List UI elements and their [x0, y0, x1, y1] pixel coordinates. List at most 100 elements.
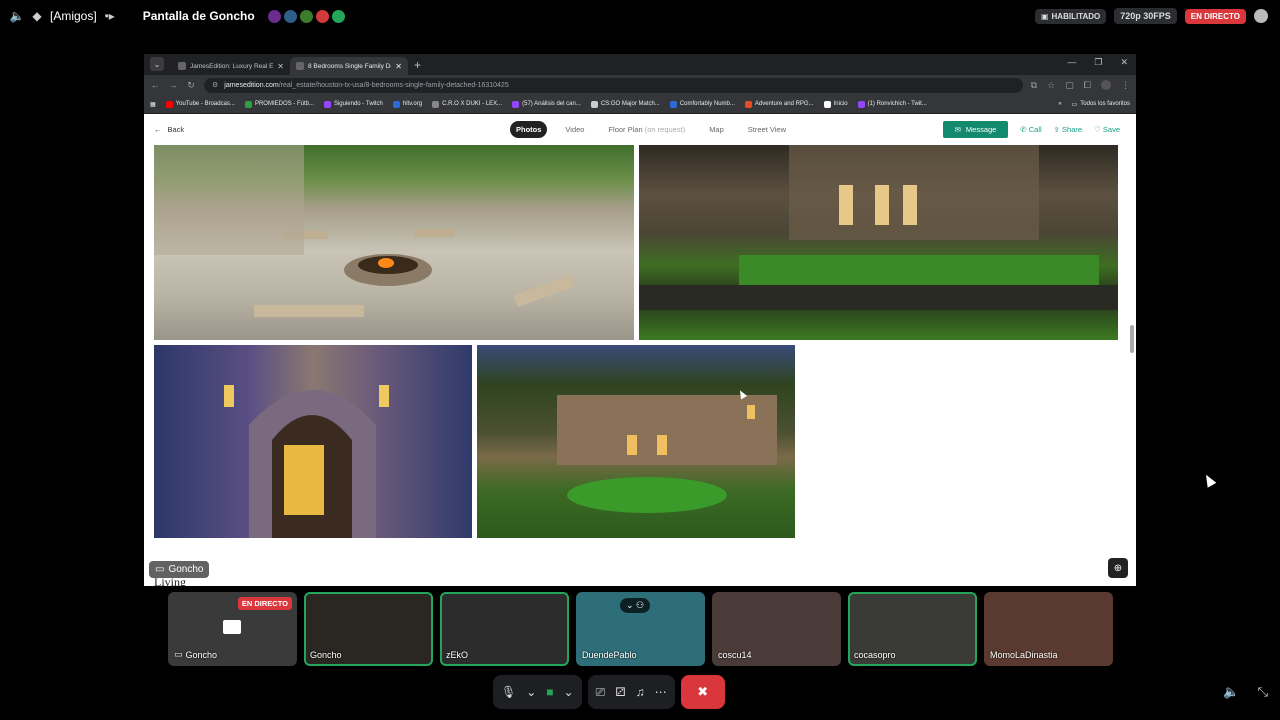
bookmark-label: Siguiendo - Twitch: [333, 101, 383, 107]
avatar[interactable]: [266, 8, 282, 24]
minimize-icon[interactable]: —: [1067, 57, 1076, 68]
zoom-in-button[interactable]: ⊕: [1108, 558, 1128, 578]
new-tab-icon[interactable]: +: [414, 58, 421, 72]
scrollbar-thumb[interactable]: [1130, 325, 1134, 353]
back-link[interactable]: ← Back: [154, 125, 184, 134]
avatar[interactable]: [330, 8, 346, 24]
tab-street-view[interactable]: Street View: [742, 121, 792, 138]
url-field[interactable]: ⚙ jamesedition.com/real_estate/houston-t…: [204, 77, 1023, 93]
screen-share-icon[interactable]: ⎚: [596, 685, 606, 700]
bookmark-item[interactable]: (1) Ronvichich - Twit...: [857, 100, 927, 108]
bookmark-item[interactable]: hltv.org: [392, 100, 422, 108]
tab-floor-plan[interactable]: Floor Plan (on request): [602, 121, 691, 138]
participant-tile-stream[interactable]: EN DIRECTO ▭ Goncho: [168, 592, 297, 666]
close-window-icon[interactable]: ✕: [1120, 57, 1128, 68]
bookmark-favicon-icon: [512, 100, 520, 108]
participant-tile[interactable]: coscu14: [712, 592, 841, 666]
participant-tile[interactable]: zEkO: [440, 592, 569, 666]
volume-icon[interactable]: 🔈: [1223, 684, 1239, 700]
bookmark-item[interactable]: PROMIEDOS - Fútb...: [244, 100, 314, 108]
owner-name: Goncho: [168, 564, 204, 575]
back-arrow-icon[interactable]: ←: [150, 80, 160, 90]
browser-tab-active[interactable]: 8 Bedrooms Single Family Deta ✕: [290, 57, 408, 75]
tab-strip: ⌄ JamesEdition: Luxury Real Estat ✕ 8 Be…: [144, 54, 1136, 75]
maximize-icon[interactable]: ❐: [1094, 57, 1102, 68]
save-button[interactable]: ♡ Save: [1094, 125, 1120, 134]
apps-grid-icon[interactable]: ▦: [150, 101, 156, 108]
leave-call-button[interactable]: ✖: [680, 675, 725, 709]
install-icon[interactable]: ⧉: [1031, 80, 1037, 91]
photo-garden-fountains[interactable]: [639, 145, 1118, 340]
activities-icon[interactable]: ⚂: [615, 685, 625, 699]
camera-icon[interactable]: ■: [546, 685, 553, 699]
mail-icon: ✉: [954, 124, 961, 134]
save-label: Save: [1102, 124, 1120, 134]
participant-name: zEkO: [446, 650, 469, 660]
live-badge: EN DIRECTO: [1184, 8, 1246, 24]
bookmark-item[interactable]: (57) Análisis del can...: [512, 100, 581, 108]
more-options-icon[interactable]: ⋯: [655, 685, 667, 699]
bookmark-item[interactable]: CS:GO Major Match...: [590, 100, 660, 108]
share-button[interactable]: ⇪ Share: [1054, 125, 1082, 134]
profile-avatar[interactable]: [1101, 79, 1111, 90]
chat-icon[interactable]: [1254, 9, 1268, 23]
tab-video[interactable]: Video: [559, 121, 590, 138]
avatar[interactable]: [298, 8, 314, 24]
browser-tab[interactable]: JamesEdition: Luxury Real Estat ✕: [172, 57, 290, 75]
stream-owner-tag: ▭ Goncho: [149, 561, 210, 578]
screen-share-icon: ▭: [155, 564, 165, 575]
participant-tile[interactable]: ⌄ ⚇ DuendePablo: [576, 592, 705, 666]
participant-tile[interactable]: MomoLaDinastia: [984, 592, 1113, 666]
tab-photos[interactable]: Photos: [510, 120, 548, 138]
site-info-icon[interactable]: ⚙: [212, 81, 218, 89]
hover-controls-icon[interactable]: ⌄ ⚇: [620, 598, 651, 613]
close-tab-icon[interactable]: ✕: [277, 62, 284, 71]
address-bar: ← → ↻ ⚙ jamesedition.com/real_estate/hou…: [144, 75, 1136, 95]
menu-kebab-icon[interactable]: ⋮: [1121, 80, 1130, 91]
bookmark-item[interactable]: Inicio: [823, 100, 848, 108]
server-icon[interactable]: ◆: [30, 9, 44, 23]
close-tab-icon[interactable]: ✕: [395, 62, 402, 71]
bookmark-item[interactable]: Comfortably Numb...: [669, 100, 735, 108]
bookmark-item[interactable]: YouTube - Broadcas...: [165, 100, 235, 108]
bookmark-star-icon[interactable]: ☆: [1047, 80, 1055, 91]
forward-arrow-icon[interactable]: →: [168, 80, 178, 90]
reload-icon[interactable]: ↻: [186, 80, 196, 91]
page-scrollbar[interactable]: [1130, 145, 1134, 555]
bookmark-item[interactable]: Adventure and RPG...: [744, 100, 814, 108]
bookmark-item[interactable]: Siguiendo - Twitch: [323, 100, 383, 108]
listing-actions: ✉ Message ✆ Call ⇪ Share ♡ Save: [942, 120, 1120, 138]
speaker-icon[interactable]: 🔈: [10, 9, 25, 23]
enabled-badge: ▣ HABILITADO: [1034, 8, 1107, 24]
message-button[interactable]: ✉ Message: [942, 120, 1009, 138]
bookmark-item[interactable]: C.R.O X DUKI - LEX...: [432, 100, 502, 108]
extension-icon[interactable]: ▢: [1065, 80, 1074, 91]
all-bookmarks-folder[interactable]: ▭ Todos los favoritos: [1072, 101, 1130, 108]
photo-fire-pit-patio[interactable]: [154, 145, 634, 340]
call-button[interactable]: ✆ Call: [1020, 125, 1041, 134]
listing-page: ← Back Photos Video Floor Plan (on reque…: [144, 115, 1136, 586]
avatar[interactable]: [282, 8, 298, 24]
chevron-down-icon[interactable]: ⌄: [526, 685, 536, 699]
screen-icon: ▭: [174, 649, 183, 659]
participant-tile[interactable]: cocasopro: [848, 592, 977, 666]
chevron-down-icon[interactable]: ⌄: [564, 685, 574, 699]
bookmark-favicon-icon: [823, 100, 831, 108]
photo-arched-entrance[interactable]: [154, 345, 472, 538]
puzzle-icon[interactable]: ⧠: [1084, 80, 1091, 91]
avatar[interactable]: [314, 8, 330, 24]
viewer-avatars[interactable]: [266, 8, 346, 24]
photo-house-exterior[interactable]: [477, 345, 795, 538]
tab-map[interactable]: Map: [703, 121, 730, 138]
soundboard-icon[interactable]: ♫: [636, 685, 645, 699]
more-bookmarks-icon[interactable]: »: [1058, 101, 1061, 107]
bookmarks-bar: ▦ YouTube - Broadcas... PROMIEDOS - Fútb…: [144, 95, 1136, 114]
view-controls: 🔈 ⤡: [1223, 684, 1268, 700]
tab-search-icon[interactable]: ⌄: [150, 57, 164, 71]
bookmark-favicon-icon: [744, 100, 752, 108]
exit-fullscreen-icon[interactable]: ⤡: [1258, 684, 1268, 700]
bookmark-favicon-icon: [392, 100, 400, 108]
bookmark-label: (57) Análisis del can...: [522, 101, 581, 107]
microphone-icon[interactable]: 🎙: [501, 685, 516, 699]
participant-tile[interactable]: Goncho: [304, 592, 433, 666]
